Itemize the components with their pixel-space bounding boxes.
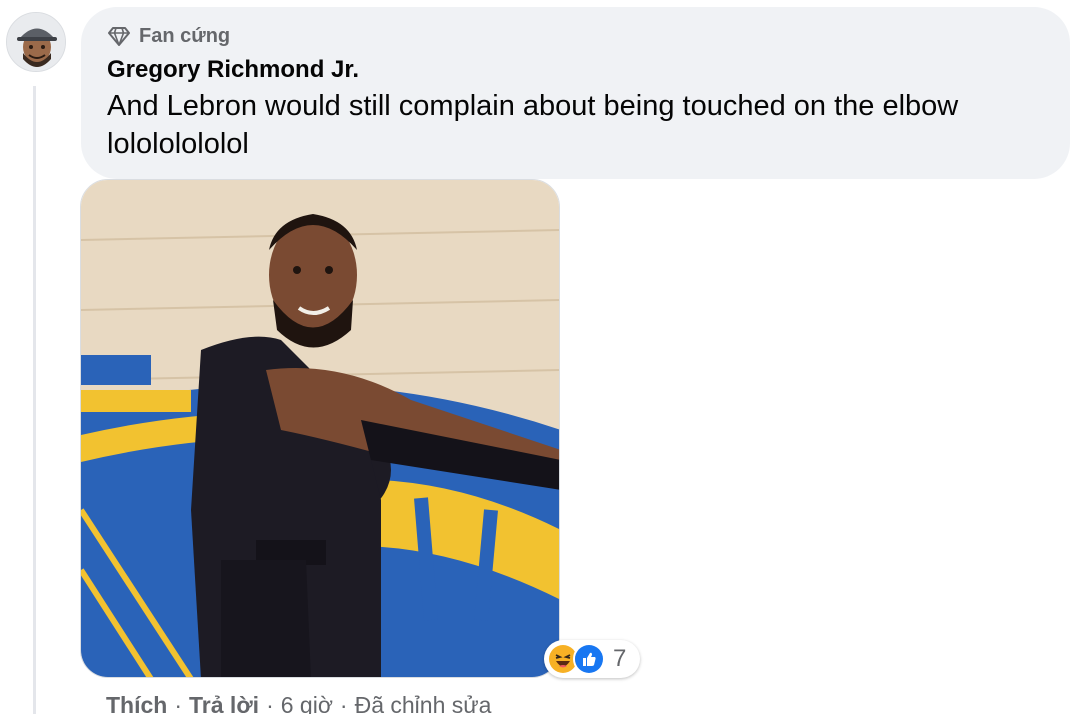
comment-text: And Lebron would still complain about be… [107, 90, 959, 160]
reaction-count: 7 [613, 645, 627, 672]
separator: · [174, 691, 183, 714]
like-button[interactable]: Thích [106, 692, 167, 714]
reply-button[interactable]: Trả lời [189, 692, 259, 714]
like-reaction-icon [573, 643, 605, 675]
badge-label: Fan cứng [139, 24, 231, 47]
top-fan-badge[interactable]: Fan cứng [107, 23, 1044, 49]
reactions-summary[interactable]: 7 [544, 640, 640, 678]
edited-label[interactable]: Đã chỉnh sửa [355, 692, 492, 714]
thread-line [33, 86, 36, 714]
comment-timestamp[interactable]: 6 giờ [281, 692, 333, 714]
diamond-icon [108, 27, 130, 46]
avatar[interactable] [6, 12, 66, 72]
separator: · [266, 691, 274, 714]
comment-gif[interactable] [80, 179, 560, 678]
comment-author[interactable]: Gregory Richmond Jr. [107, 55, 1044, 85]
comment-actions: Thích · Trả lời · 6 giờ · Đã chỉnh sửa [106, 688, 491, 714]
separator: · [339, 691, 348, 714]
comment-bubble: Fan cứng Gregory Richmond Jr. And Lebron… [81, 7, 1070, 179]
